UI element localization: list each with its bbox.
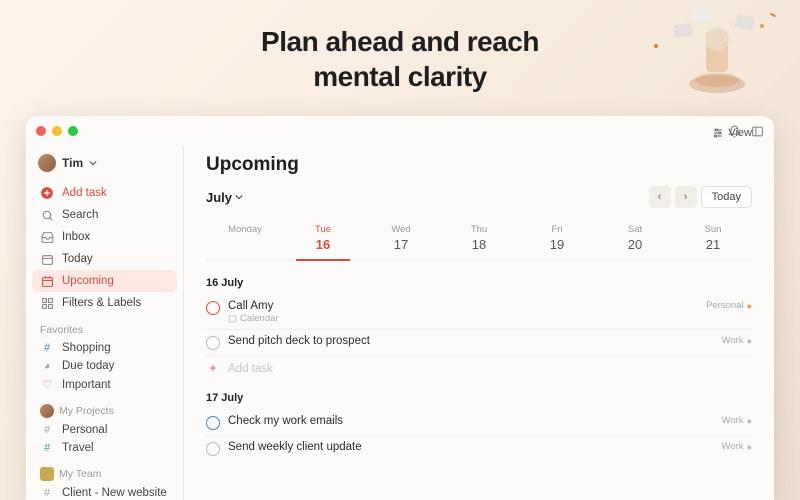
project-travel[interactable]: #Travel [32, 439, 177, 457]
task-tag[interactable]: Personal● [706, 300, 752, 311]
favorite-important[interactable]: ♡Important [32, 375, 177, 394]
grid-icon [40, 296, 54, 310]
chevron-down-icon [235, 193, 243, 201]
traffic-lights[interactable] [36, 126, 78, 136]
day-thu[interactable]: Thu18 [440, 220, 518, 260]
add-task-button[interactable]: Add task [32, 182, 177, 204]
project-client-website[interactable]: #Client - New website [32, 484, 177, 500]
task-row[interactable]: Check my work emails Work● [206, 410, 752, 436]
page-title: Upcoming [206, 154, 752, 176]
tag-dot-icon: ● [747, 416, 752, 426]
calendar-small-icon [228, 314, 237, 323]
minimize-dot[interactable] [52, 126, 62, 136]
sliders-icon [712, 127, 724, 139]
add-task-inline[interactable]: + Add task [206, 356, 752, 382]
inbox-icon [40, 230, 54, 244]
task-checkbox[interactable] [206, 336, 220, 350]
hash-icon: # [40, 442, 54, 454]
calendar-today-icon [40, 252, 54, 266]
my-team-header[interactable]: My Team [32, 457, 177, 484]
month-selector[interactable]: July [206, 190, 243, 205]
task-title: Send weekly client update [228, 441, 714, 453]
droplet-icon: ◕ [40, 360, 54, 372]
tag-dot-icon: ● [747, 442, 752, 452]
day-sun[interactable]: Sun21 [674, 220, 752, 260]
task-checkbox[interactable] [206, 301, 220, 315]
window-chrome: View [26, 116, 774, 146]
sidebar-item-search[interactable]: Search [32, 204, 177, 226]
task-tag[interactable]: Work● [722, 441, 752, 452]
app-window: View Tim Add task Search Inbox [26, 116, 774, 500]
task-tag[interactable]: Work● [722, 415, 752, 426]
day-tue[interactable]: Tue16 [284, 220, 362, 260]
day-fri[interactable]: Fri19 [518, 220, 596, 260]
calendar-strip: Monday Tue16 Wed17 Thu18 Fri19 Sat20 Sun… [206, 220, 752, 261]
task-row[interactable]: Send pitch deck to prospect Work● [206, 330, 752, 356]
sidebar: Tim Add task Search Inbox Today [26, 146, 184, 500]
sidebar-item-filters[interactable]: Filters & Labels [32, 292, 177, 314]
task-title: Send pitch deck to prospect [228, 335, 714, 347]
team-avatar [40, 467, 54, 481]
add-task-label: Add task [62, 187, 107, 199]
hash-icon: # [40, 424, 54, 436]
task-row[interactable]: Send weekly client update Work● [206, 436, 752, 461]
project-personal[interactable]: #Personal [32, 421, 177, 439]
task-title: Check my work emails [228, 415, 714, 427]
view-button[interactable]: View [704, 124, 760, 142]
plus-icon: + [206, 363, 220, 375]
main-pane: Upcoming July ‹ › Today Monday Tue16 Wed… [184, 146, 774, 500]
day-monday[interactable]: Monday [206, 220, 284, 260]
chevron-down-icon [89, 159, 97, 167]
favorite-shopping[interactable]: #Shopping [32, 339, 177, 357]
zoom-dot[interactable] [68, 126, 78, 136]
tag-dot-icon: ● [747, 336, 752, 346]
task-checkbox[interactable] [206, 442, 220, 456]
close-dot[interactable] [36, 126, 46, 136]
prev-week-button[interactable]: ‹ [649, 186, 671, 208]
sidebar-item-upcoming[interactable]: Upcoming [32, 270, 177, 292]
tag-dot-icon: ● [747, 301, 752, 311]
hash-icon: # [40, 487, 54, 499]
my-projects-header[interactable]: My Projects [32, 394, 177, 421]
tasks-list: 16 July Call Amy Calendar Personal● Send… [206, 273, 752, 461]
user-menu[interactable]: Tim [32, 150, 177, 182]
calendar-upcoming-icon [40, 274, 54, 288]
day-sat[interactable]: Sat20 [596, 220, 674, 260]
day-wed[interactable]: Wed17 [362, 220, 440, 260]
task-meta: Calendar [228, 313, 698, 324]
task-row[interactable]: Call Amy Calendar Personal● [206, 295, 752, 330]
next-week-button[interactable]: › [675, 186, 697, 208]
task-title: Call Amy [228, 300, 698, 312]
favorites-header[interactable]: Favorites [32, 314, 177, 339]
sidebar-item-inbox[interactable]: Inbox [32, 226, 177, 248]
hero-title: Plan ahead and reachmental clarity [0, 24, 800, 94]
search-icon [40, 208, 54, 222]
section-header: 16 July [206, 273, 752, 295]
projects-avatar [40, 404, 54, 418]
sidebar-item-today[interactable]: Today [32, 248, 177, 270]
user-name: Tim [62, 156, 83, 170]
avatar [38, 154, 56, 172]
favorite-due-today[interactable]: ◕Due today [32, 357, 177, 375]
task-tag[interactable]: Work● [722, 335, 752, 346]
heart-icon: ♡ [40, 378, 54, 391]
view-label: View [728, 127, 752, 139]
section-header: 17 July [206, 388, 752, 410]
hash-icon: # [40, 342, 54, 354]
plus-circle-icon [40, 186, 54, 200]
task-checkbox[interactable] [206, 416, 220, 430]
today-button[interactable]: Today [701, 186, 752, 208]
